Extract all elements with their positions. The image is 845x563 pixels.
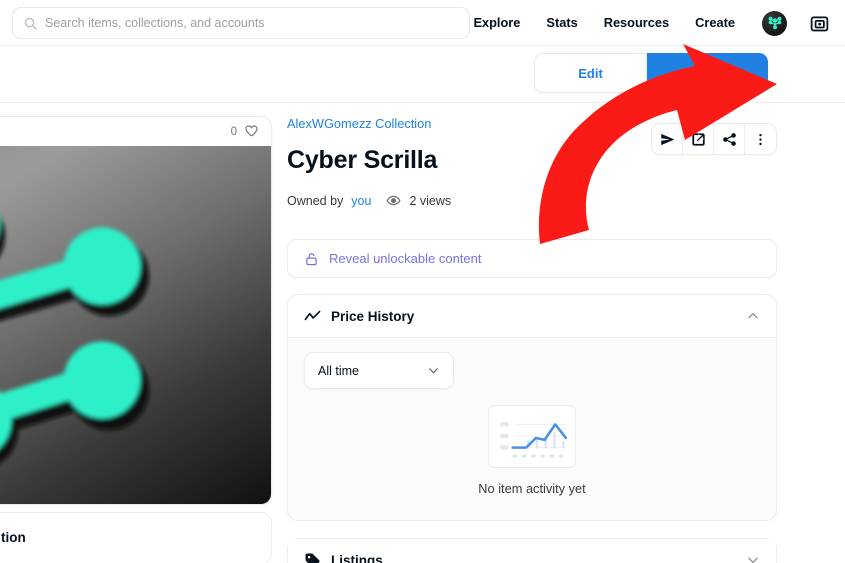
owner-link[interactable]: you: [351, 194, 371, 208]
search-icon: [24, 17, 37, 30]
unlock-padlock-icon: [306, 252, 317, 265]
nft-card-header: 0: [0, 117, 271, 146]
nav-item-create[interactable]: Create: [682, 0, 748, 46]
wallet-button[interactable]: [807, 11, 831, 35]
owned-by-label: Owned by: [287, 193, 344, 208]
time-range-dropdown[interactable]: All time: [304, 352, 454, 389]
opensea-item-page: Explore Stats Resources Create: [0, 0, 845, 563]
description-card-label: tion: [1, 530, 26, 545]
eye-icon: [386, 195, 402, 206]
listings-panel: Listings: [287, 538, 777, 563]
view-count: 2 views: [409, 193, 452, 208]
search-input[interactable]: [45, 16, 459, 30]
reveal-unlockable-content-button[interactable]: Reveal unlockable content: [287, 239, 777, 278]
share-icon[interactable]: [714, 124, 745, 154]
more-options-icon[interactable]: [745, 124, 776, 154]
description-card[interactable]: tion: [0, 512, 272, 563]
nft-media-card: 0: [0, 116, 272, 505]
profile-avatar-molecule-icon: [768, 16, 781, 30]
edit-button[interactable]: Edit: [534, 53, 647, 93]
price-history-title: Price History: [331, 308, 415, 324]
search-bar[interactable]: [12, 7, 470, 39]
item-details-column: AlexWGomezz Collection Cyber Scrilla Own…: [287, 116, 777, 563]
main-navigation: Explore Stats Resources Create: [460, 0, 835, 46]
time-range-value: All time: [318, 363, 359, 378]
like-count: 0: [230, 125, 237, 138]
heart-icon[interactable]: [244, 124, 259, 139]
avatar[interactable]: [762, 10, 787, 36]
item-action-bar: Edit Sell: [0, 46, 845, 103]
send-icon-glyph: [660, 133, 674, 145]
share-icon-glyph: [722, 132, 736, 146]
owner-row: Owned by you 2 views: [287, 193, 777, 208]
price-history-body: All time No item activity yet: [288, 337, 776, 520]
molecule-artwork-icon: [0, 216, 149, 464]
listings-header[interactable]: Listings: [288, 539, 776, 563]
listings-title: Listings: [331, 552, 383, 563]
more-options-icon-glyph: [759, 133, 762, 145]
nft-artwork[interactable]: [0, 146, 271, 504]
chevron-up-icon[interactable]: [746, 309, 760, 323]
price-history-panel: Price History All time No item activity …: [287, 294, 777, 521]
site-header: Explore Stats Resources Create: [0, 0, 845, 46]
nav-item-resources[interactable]: Resources: [591, 0, 682, 46]
price-history-empty-state: No item activity yet: [304, 405, 760, 496]
price-tag-icon: [305, 553, 320, 563]
reveal-unlockable-label: Reveal unlockable content: [329, 251, 482, 266]
send-icon[interactable]: [652, 124, 683, 154]
empty-state-text: No item activity yet: [478, 481, 586, 496]
wallet-icon: [810, 16, 828, 31]
item-action-icons: [651, 123, 777, 155]
line-chart-illustration: [488, 405, 576, 468]
external-link-icon[interactable]: [683, 124, 714, 154]
nav-item-stats[interactable]: Stats: [533, 0, 590, 46]
nav-item-explore[interactable]: Explore: [460, 0, 533, 46]
chevron-down-icon: [429, 368, 438, 374]
price-history-header[interactable]: Price History: [288, 295, 776, 337]
chevron-down-icon[interactable]: [746, 553, 760, 563]
activity-trend-icon: [304, 310, 321, 320]
sell-button[interactable]: Sell: [647, 53, 768, 93]
external-link-icon-glyph: [691, 132, 705, 146]
